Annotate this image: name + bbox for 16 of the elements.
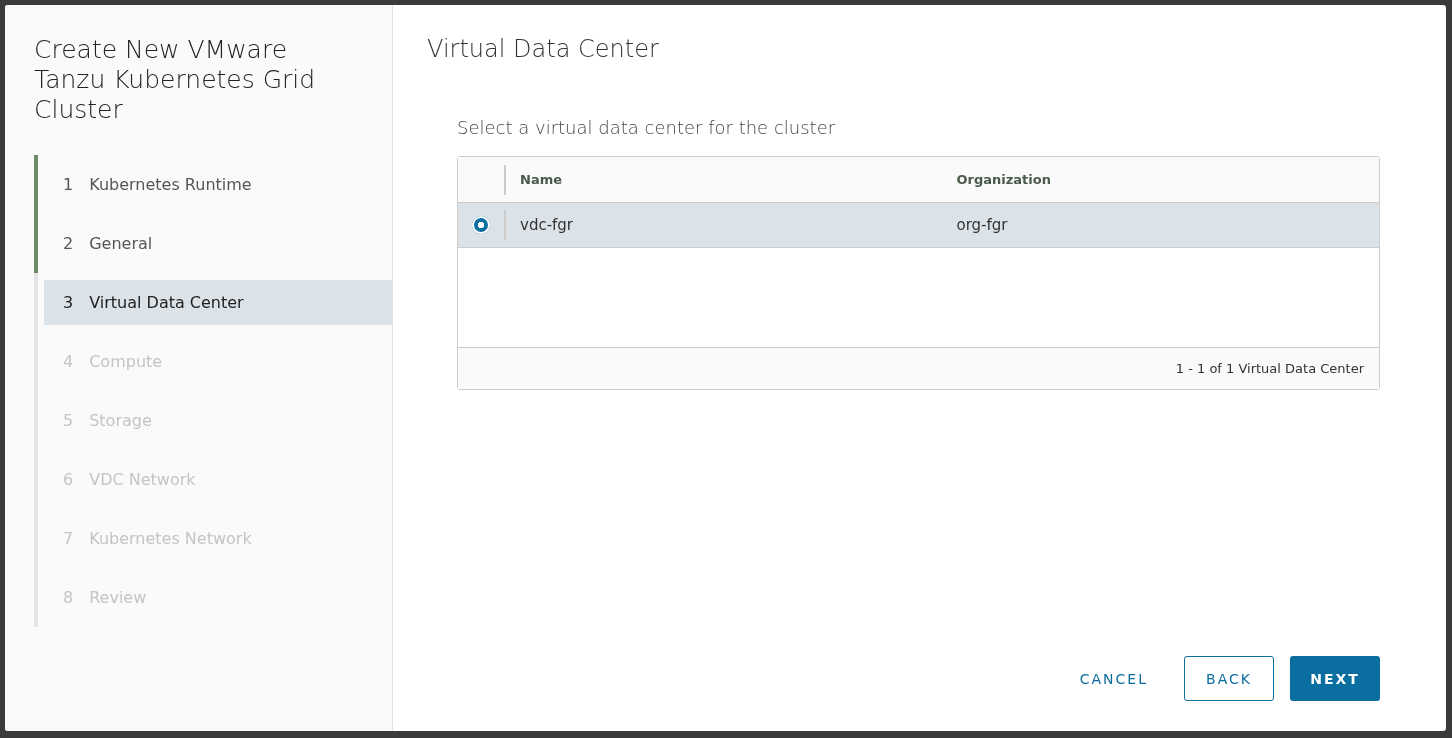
wizard-step[interactable]: 2 General (44, 221, 392, 266)
table-cell-text: vdc-fgr (519, 216, 575, 234)
wizard-title: Create New VMware Tanzu Kubernetes Grid Cluster (34, 35, 317, 125)
column-header[interactable]: Organization (942, 164, 1379, 195)
grid-row[interactable]: vdc-fgr org-fgr (458, 203, 1379, 248)
column-header[interactable]: Name (506, 164, 943, 195)
section-heading: Select a virtual data center for the cluster (457, 117, 837, 138)
cancel-button[interactable]: CANCEL (1059, 656, 1168, 701)
next-button[interactable]: NEXT (1290, 656, 1380, 701)
wizard-step[interactable]: 3 Virtual Data Center (44, 280, 392, 325)
page-title: Virtual Data Center (427, 35, 660, 63)
pagination-text: 1 - 1 of 1 Virtual Data Center (1175, 361, 1364, 376)
wizard-step[interactable]: 1 Kubernetes Runtime (44, 162, 392, 207)
back-button[interactable]: BACK (1184, 656, 1274, 701)
radio-button[interactable] (472, 216, 490, 234)
table-cell-text: org-fgr (955, 216, 1009, 234)
